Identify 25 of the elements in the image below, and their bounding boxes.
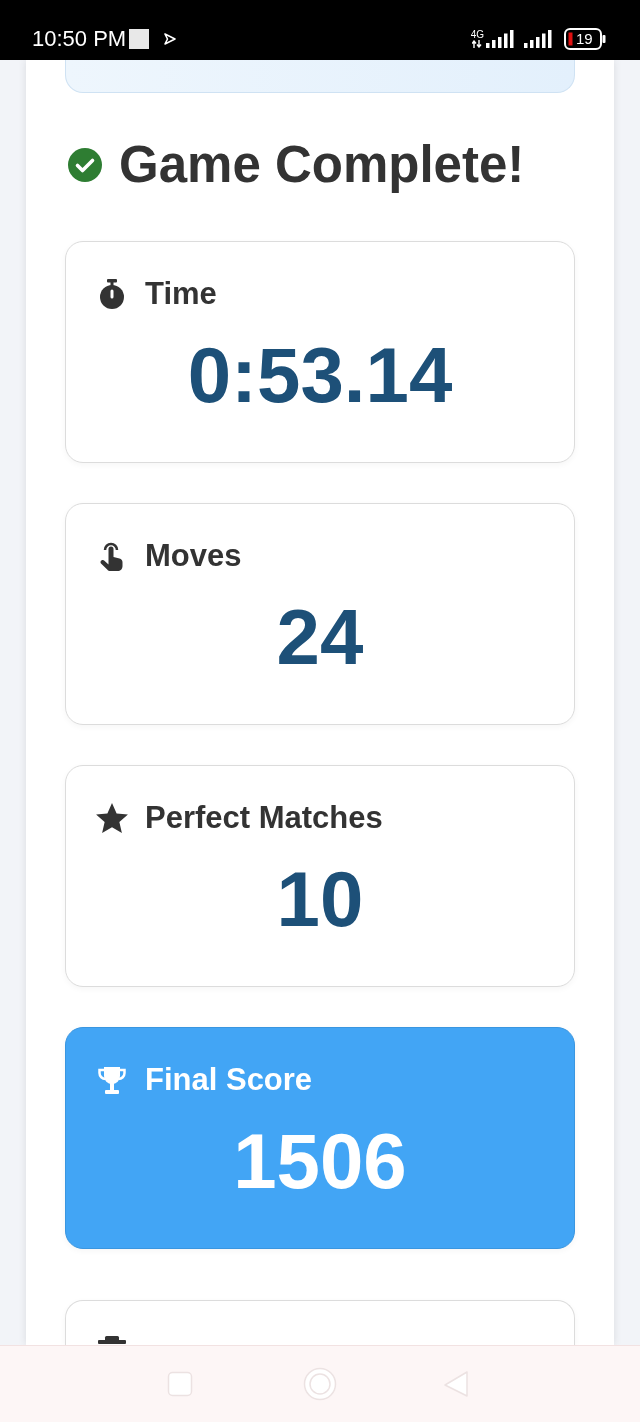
- signal-icon: [486, 30, 514, 48]
- stat-value: 10: [275, 854, 365, 944]
- signal-icon: [524, 30, 552, 48]
- status-time: 10:50 PM: [32, 26, 127, 52]
- square-icon: [129, 29, 150, 49]
- network-type-label: 4G: [470, 30, 484, 40]
- battery-icon: [564, 28, 606, 50]
- star-icon: [96, 803, 128, 833]
- stat-label: Final Score: [145, 1061, 313, 1099]
- data-arrows-icon: [472, 40, 483, 48]
- stat-label: Moves: [145, 537, 242, 575]
- recent-apps-icon[interactable]: [167, 1371, 193, 1397]
- stat-value: 0:53.14: [186, 330, 454, 420]
- stat-value: 1506: [232, 1116, 408, 1206]
- stat-label: Time: [145, 275, 217, 313]
- page-title: Game Complete!: [119, 135, 525, 195]
- home-icon[interactable]: [303, 1367, 337, 1401]
- battery-percent: 19: [576, 31, 593, 47]
- trophy-icon: [96, 1065, 128, 1095]
- clipboard-icon: [96, 1336, 128, 1344]
- stat-label: Perfect Matches: [145, 799, 383, 837]
- play-icon: [164, 33, 177, 45]
- stat-value: 24: [275, 592, 365, 682]
- back-icon[interactable]: [443, 1370, 469, 1398]
- check-circle-icon: [68, 148, 102, 182]
